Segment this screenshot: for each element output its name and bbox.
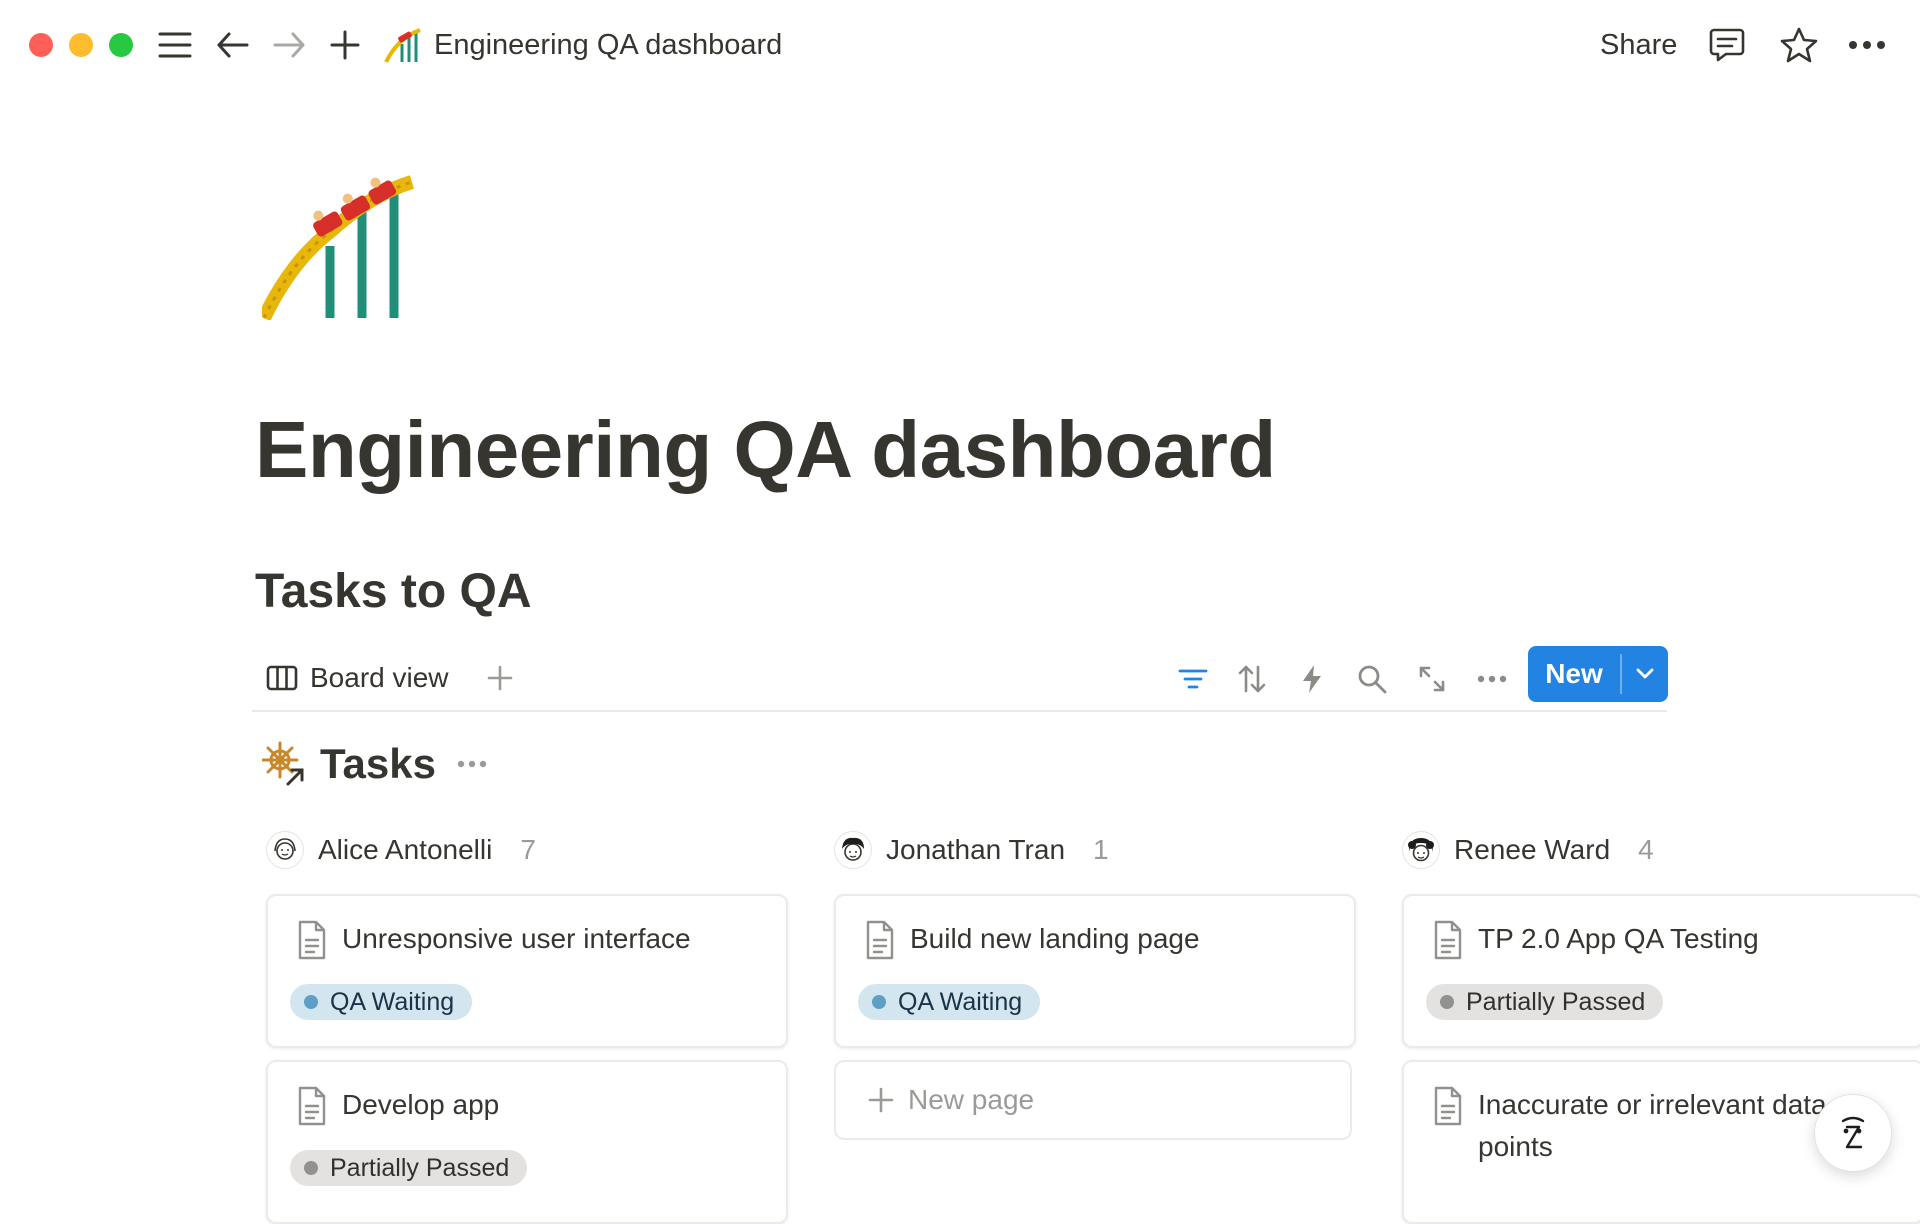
add-view-plus-icon[interactable] [478,656,522,700]
status-dot [1440,995,1454,1009]
status-badge: Partially Passed [290,1150,528,1186]
page-document-icon [298,1086,326,1126]
comment-icon[interactable] [1704,22,1750,68]
sort-icon[interactable] [1229,656,1275,702]
status-label: QA Waiting [898,987,1023,1016]
more-options-icon[interactable] [1844,22,1890,68]
window-title: Engineering QA dashboard [434,29,783,61]
automation-lightning-icon[interactable] [1289,656,1335,702]
new-page-label: New page [908,1084,1035,1115]
board-column-jonathan-tran: Jonathan Tran 1 Build new landing page Q… [834,826,1356,1140]
filter-icon[interactable] [1170,656,1216,702]
new-button-group: New [1528,646,1668,702]
database-more-icon[interactable] [452,744,492,784]
board-view-icon [266,665,298,691]
ai-assistant-button[interactable] [1814,1094,1892,1172]
share-button[interactable]: Share [1600,26,1677,64]
new-page-button[interactable]: New page [834,1060,1352,1140]
status-badge: QA Waiting [290,984,473,1020]
section-heading[interactable]: Tasks to QA [255,562,532,622]
back-arrow-icon[interactable] [210,22,256,68]
status-dot [304,1161,318,1175]
sidebar-menu-icon[interactable] [152,22,198,68]
card-title: TP 2.0 App QA Testing [1478,923,1759,954]
avatar [834,831,872,869]
card-title: Unresponsive user interface [342,923,691,954]
avatar [1402,831,1440,869]
column-count: 7 [520,834,536,865]
board-view-label: Board view [310,662,449,693]
status-badge: QA Waiting [858,984,1041,1020]
status-label: Partially Passed [330,1153,510,1182]
board-card[interactable]: Unresponsive user interface QA Waiting [266,894,788,1048]
status-dot [304,995,318,1009]
chevron-down-icon[interactable] [1622,646,1668,702]
page-title[interactable]: Engineering QA dashboard [255,400,1276,500]
column-name: Alice Antonelli [318,834,493,865]
new-button[interactable]: New [1528,646,1620,702]
status-label: QA Waiting [330,987,455,1016]
board-column-renee-ward: Renee Ward 4 TP 2.0 App QA Testing Parti… [1402,826,1920,1224]
status-label: Partially Passed [1466,987,1646,1016]
linked-database-icon[interactable] [262,740,306,788]
card-title: Develop app [342,1089,500,1120]
column-header[interactable]: Jonathan Tran 1 [834,826,1356,874]
search-icon[interactable] [1349,656,1395,702]
plus-icon [868,1087,894,1113]
status-badge: Partially Passed [1426,984,1664,1020]
tab-board-view[interactable]: Board view [266,656,449,700]
ai-face-icon [1841,1116,1865,1149]
minimize-window-button[interactable] [69,33,93,57]
page-document-icon [298,920,326,960]
title-bar: Engineering QA dashboard Share [0,0,1920,88]
database-view-bar: Board view New [252,646,1668,712]
page-document-icon [1434,920,1462,960]
board-column-alice-antonelli: Alice Antonelli 7 Unresponsive user inte… [266,826,788,1224]
status-dot [872,995,886,1009]
column-count: 4 [1638,834,1654,865]
favorite-star-icon[interactable] [1776,22,1822,68]
column-header[interactable]: Renee Ward 4 [1402,826,1920,874]
page-roller-coaster-icon[interactable] [257,160,422,322]
avatar [266,831,304,869]
database-header: Tasks [262,734,492,794]
forward-arrow-icon[interactable] [266,22,312,68]
column-header[interactable]: Alice Antonelli 7 [266,826,788,874]
expand-arrows-icon[interactable] [1409,656,1455,702]
card-title: Build new landing page [910,923,1200,954]
column-count: 1 [1093,834,1109,865]
view-more-options-icon[interactable] [1469,656,1515,702]
board-card[interactable]: Build new landing page QA Waiting [834,894,1356,1048]
board-card[interactable]: Develop app Partially Passed [266,1060,788,1224]
zoom-window-button[interactable] [109,33,133,57]
close-window-button[interactable] [29,33,53,57]
column-name: Jonathan Tran [886,834,1066,865]
page-document-icon [866,920,894,960]
roller-coaster-icon [384,24,424,64]
board-card[interactable]: TP 2.0 App QA Testing Partially Passed [1402,894,1920,1048]
column-name: Renee Ward [1454,834,1611,865]
new-page-plus-icon[interactable] [322,22,368,68]
page-document-icon [1434,1086,1462,1126]
database-title[interactable]: Tasks [320,740,436,788]
